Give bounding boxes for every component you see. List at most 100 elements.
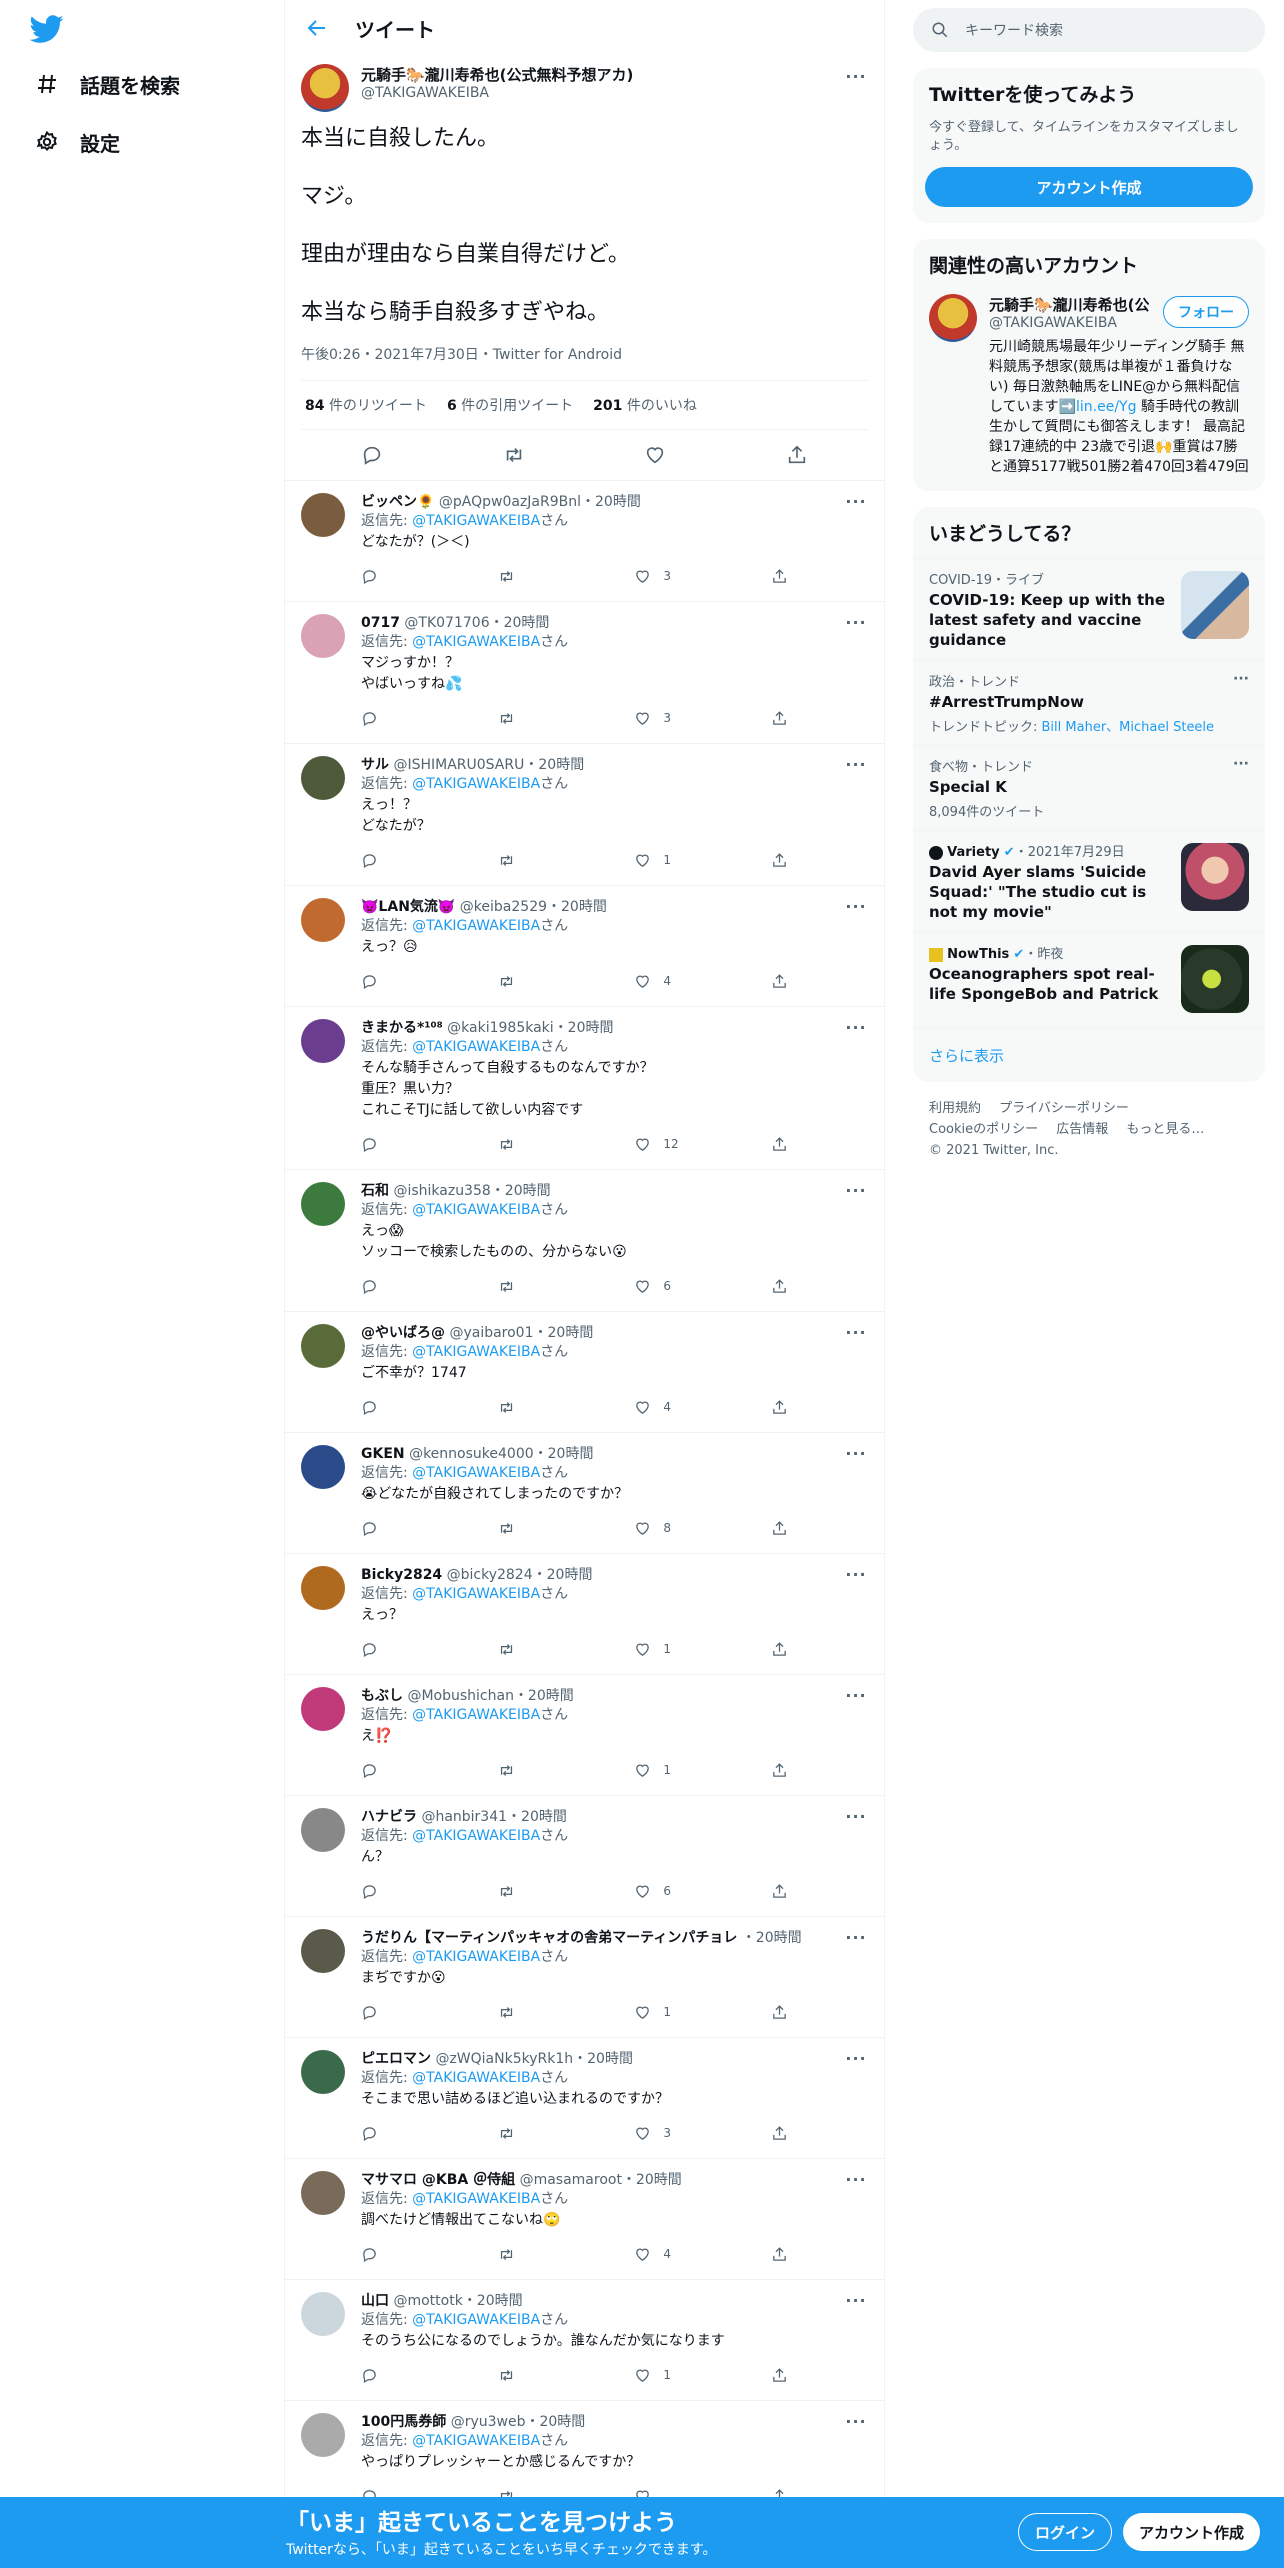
like-button[interactable]: 3	[634, 710, 714, 727]
reply-author-handle[interactable]: @ISHIMARU0SARU	[393, 757, 524, 773]
reply-author-name[interactable]: ピエロマン	[361, 2051, 431, 2067]
reply-author-handle[interactable]: @mottotk	[393, 2293, 462, 2309]
footer-link[interactable]: 利用規約	[929, 1101, 981, 1116]
retweet-button[interactable]	[498, 1762, 578, 1779]
avatar[interactable]	[301, 898, 345, 943]
reply-author-handle[interactable]: @bicky2824	[447, 1567, 533, 1583]
reply-author-handle[interactable]: @kennosuke4000	[409, 1446, 534, 1462]
reply-author-name[interactable]: マサマロ @KBA ＠侍組	[361, 2172, 515, 2188]
retweet-button[interactable]	[498, 2246, 578, 2263]
share-button[interactable]	[771, 1399, 801, 1416]
avatar[interactable]	[301, 1808, 345, 1853]
share-button[interactable]	[771, 1278, 801, 1295]
retweet-button[interactable]	[498, 1641, 578, 1658]
reply-author-handle[interactable]: @masamaroot	[520, 2172, 622, 2188]
avatar[interactable]	[301, 493, 345, 538]
reply-author-handle[interactable]: @hanbir341	[421, 1809, 507, 1825]
reply-author-name[interactable]: サル	[361, 757, 389, 773]
trend-item[interactable]: 政治・トレンド #ArrestTrumpNow トレンドトピック: Bill M…	[913, 660, 1265, 745]
reply-tweet[interactable]: ハナビラ @hanbir341・20時間 ··· 返信先: @TAKIGAWAKEI…	[285, 1796, 884, 1918]
avatar[interactable]	[301, 2050, 345, 2095]
reply-author-handle[interactable]: @TK071706	[404, 615, 489, 631]
more-icon[interactable]: ···	[844, 2288, 868, 2312]
share-button[interactable]	[771, 1641, 801, 1658]
reply-tweet[interactable]: 山口 @mottotk・20時間 ··· 返信先: @TAKIGAWAKEIBAさん…	[285, 2280, 884, 2402]
like-button[interactable]: 1	[634, 2367, 714, 2384]
avatar[interactable]	[301, 756, 345, 801]
reply-tweet[interactable]: サル @ISHIMARU0SARU・20時間 ··· 返信先: @TAKIGAWAK…	[285, 744, 884, 887]
reply-author-name[interactable]: ビッペン🌻	[361, 494, 434, 510]
reply-button[interactable]	[361, 568, 441, 585]
avatar[interactable]	[301, 1566, 345, 1611]
more-icon[interactable]: ···	[844, 752, 868, 776]
reply-author-name[interactable]: GKEN	[361, 1446, 405, 1462]
mention-link[interactable]: @TAKIGAWAKEIBA	[412, 2433, 540, 2449]
mention-link[interactable]: @TAKIGAWAKEIBA	[412, 1828, 540, 1844]
reply-button[interactable]	[361, 2004, 441, 2021]
reply-time[interactable]: ・20時間	[534, 1325, 594, 1341]
like-button[interactable]: 3	[634, 2125, 714, 2142]
reply-author-handle[interactable]: @ryu3web	[451, 2414, 526, 2430]
retweet-button[interactable]	[498, 2125, 578, 2142]
twitter-logo-icon[interactable]	[30, 12, 64, 46]
trend-item[interactable]: Variety ✔・2021年7月29日 David Ayer slams 'S…	[913, 830, 1265, 932]
reply-tweet[interactable]: マサマロ @KBA ＠侍組 @masamaroot・20時間 ··· 返信先: @T…	[285, 2159, 884, 2281]
share-button[interactable]	[771, 2367, 801, 2384]
reply-button[interactable]	[361, 1136, 441, 1153]
reply-tweet[interactable]: うだりん【マーティンパッキャオの舎弟マーティンパチョレ ・20時間 ··· 返信先:…	[285, 1917, 884, 2039]
reply-tweet[interactable]: GKEN @kennosuke4000・20時間 ··· 返信先: @TAKIGAW…	[285, 1433, 884, 1555]
avatar[interactable]	[301, 64, 349, 112]
share-button[interactable]	[771, 2125, 801, 2142]
trend-item[interactable]: NowThis ✔・昨夜 Oceanographers spot real-li…	[913, 932, 1265, 1028]
retweet-button[interactable]	[498, 1883, 578, 1900]
reply-author-name[interactable]: 山口	[361, 2293, 389, 2309]
like-button[interactable]: 3	[634, 568, 714, 585]
share-button[interactable]	[771, 2246, 801, 2263]
reply-author-name[interactable]: もぶし	[361, 1688, 403, 1704]
retweet-button[interactable]	[498, 973, 578, 990]
reply-button[interactable]	[361, 1278, 441, 1295]
reply-author-name[interactable]: うだりん【マーティンパッキャオの舎弟マーティンパチョレ	[361, 1930, 737, 1946]
more-icon[interactable]: ···	[844, 1683, 868, 1707]
reply-author-name[interactable]: ハナビラ	[361, 1809, 417, 1825]
more-icon[interactable]: ···	[844, 1178, 868, 1202]
footer-link[interactable]: 広告情報	[1056, 1122, 1108, 1137]
mention-link[interactable]: @TAKIGAWAKEIBA	[412, 776, 540, 792]
related-name[interactable]: 元騎手🐎瀧川寿希也(公	[989, 294, 1149, 315]
avatar[interactable]	[929, 294, 977, 342]
reply-author-name[interactable]: 👿LAN気流👿	[361, 899, 455, 915]
retweet-button[interactable]	[498, 1136, 578, 1153]
more-icon[interactable]: ···	[844, 610, 868, 634]
reply-author-name[interactable]: @やいばろ@	[361, 1325, 445, 1341]
reply-time[interactable]: ・20時間	[533, 1567, 593, 1583]
reply-time[interactable]: ・20時間	[507, 1809, 567, 1825]
reply-button[interactable]	[361, 1762, 441, 1779]
share-button[interactable]	[771, 852, 801, 869]
mention-link[interactable]: @TAKIGAWAKEIBA	[412, 1344, 540, 1360]
share-icon[interactable]	[786, 444, 808, 466]
more-icon[interactable]: ···	[844, 1804, 868, 1828]
reply-author-handle[interactable]: @yaibaro01	[449, 1325, 533, 1341]
search-box[interactable]: キーワード検索	[913, 8, 1265, 52]
footer-link[interactable]: Cookieのポリシー	[929, 1122, 1038, 1137]
reply-tweet[interactable]: Bicky2824 @bicky2824・20時間 ··· 返信先: @TAKIGA…	[285, 1554, 884, 1676]
reply-time[interactable]: ・20時間	[581, 494, 641, 510]
reply-time[interactable]: ・20時間	[514, 1688, 574, 1704]
retweet-button[interactable]	[498, 2367, 578, 2384]
reply-tweet[interactable]: きまかる*¹⁰⁸ @kaki1985kaki・20時間 ··· 返信先: @TAKI…	[285, 1007, 884, 1171]
reply-time[interactable]: ・20時間	[524, 757, 584, 773]
reply-tweet[interactable]: もぶし @Mobushichan・20時間 ··· 返信先: @TAKIGAWAKE…	[285, 1675, 884, 1797]
like-button[interactable]: 12	[634, 1136, 714, 1153]
mention-link[interactable]: @TAKIGAWAKEIBA	[412, 1465, 540, 1481]
more-icon[interactable]: ···	[844, 64, 868, 88]
reply-author-handle[interactable]: @pAQpw0azJaR9Bnl	[439, 494, 581, 510]
more-icon[interactable]: ···	[844, 1015, 868, 1039]
more-icon[interactable]: ···	[844, 489, 868, 513]
more-icon[interactable]: ···	[844, 1441, 868, 1465]
reply-time[interactable]: ・20時間	[742, 1930, 802, 1946]
reply-author-handle[interactable]: @keiba2529	[460, 899, 547, 915]
reply-button[interactable]	[361, 1883, 441, 1900]
like-button[interactable]: 8	[634, 1520, 714, 1537]
retweet-button[interactable]	[498, 1520, 578, 1537]
reply-button[interactable]	[361, 1520, 441, 1537]
